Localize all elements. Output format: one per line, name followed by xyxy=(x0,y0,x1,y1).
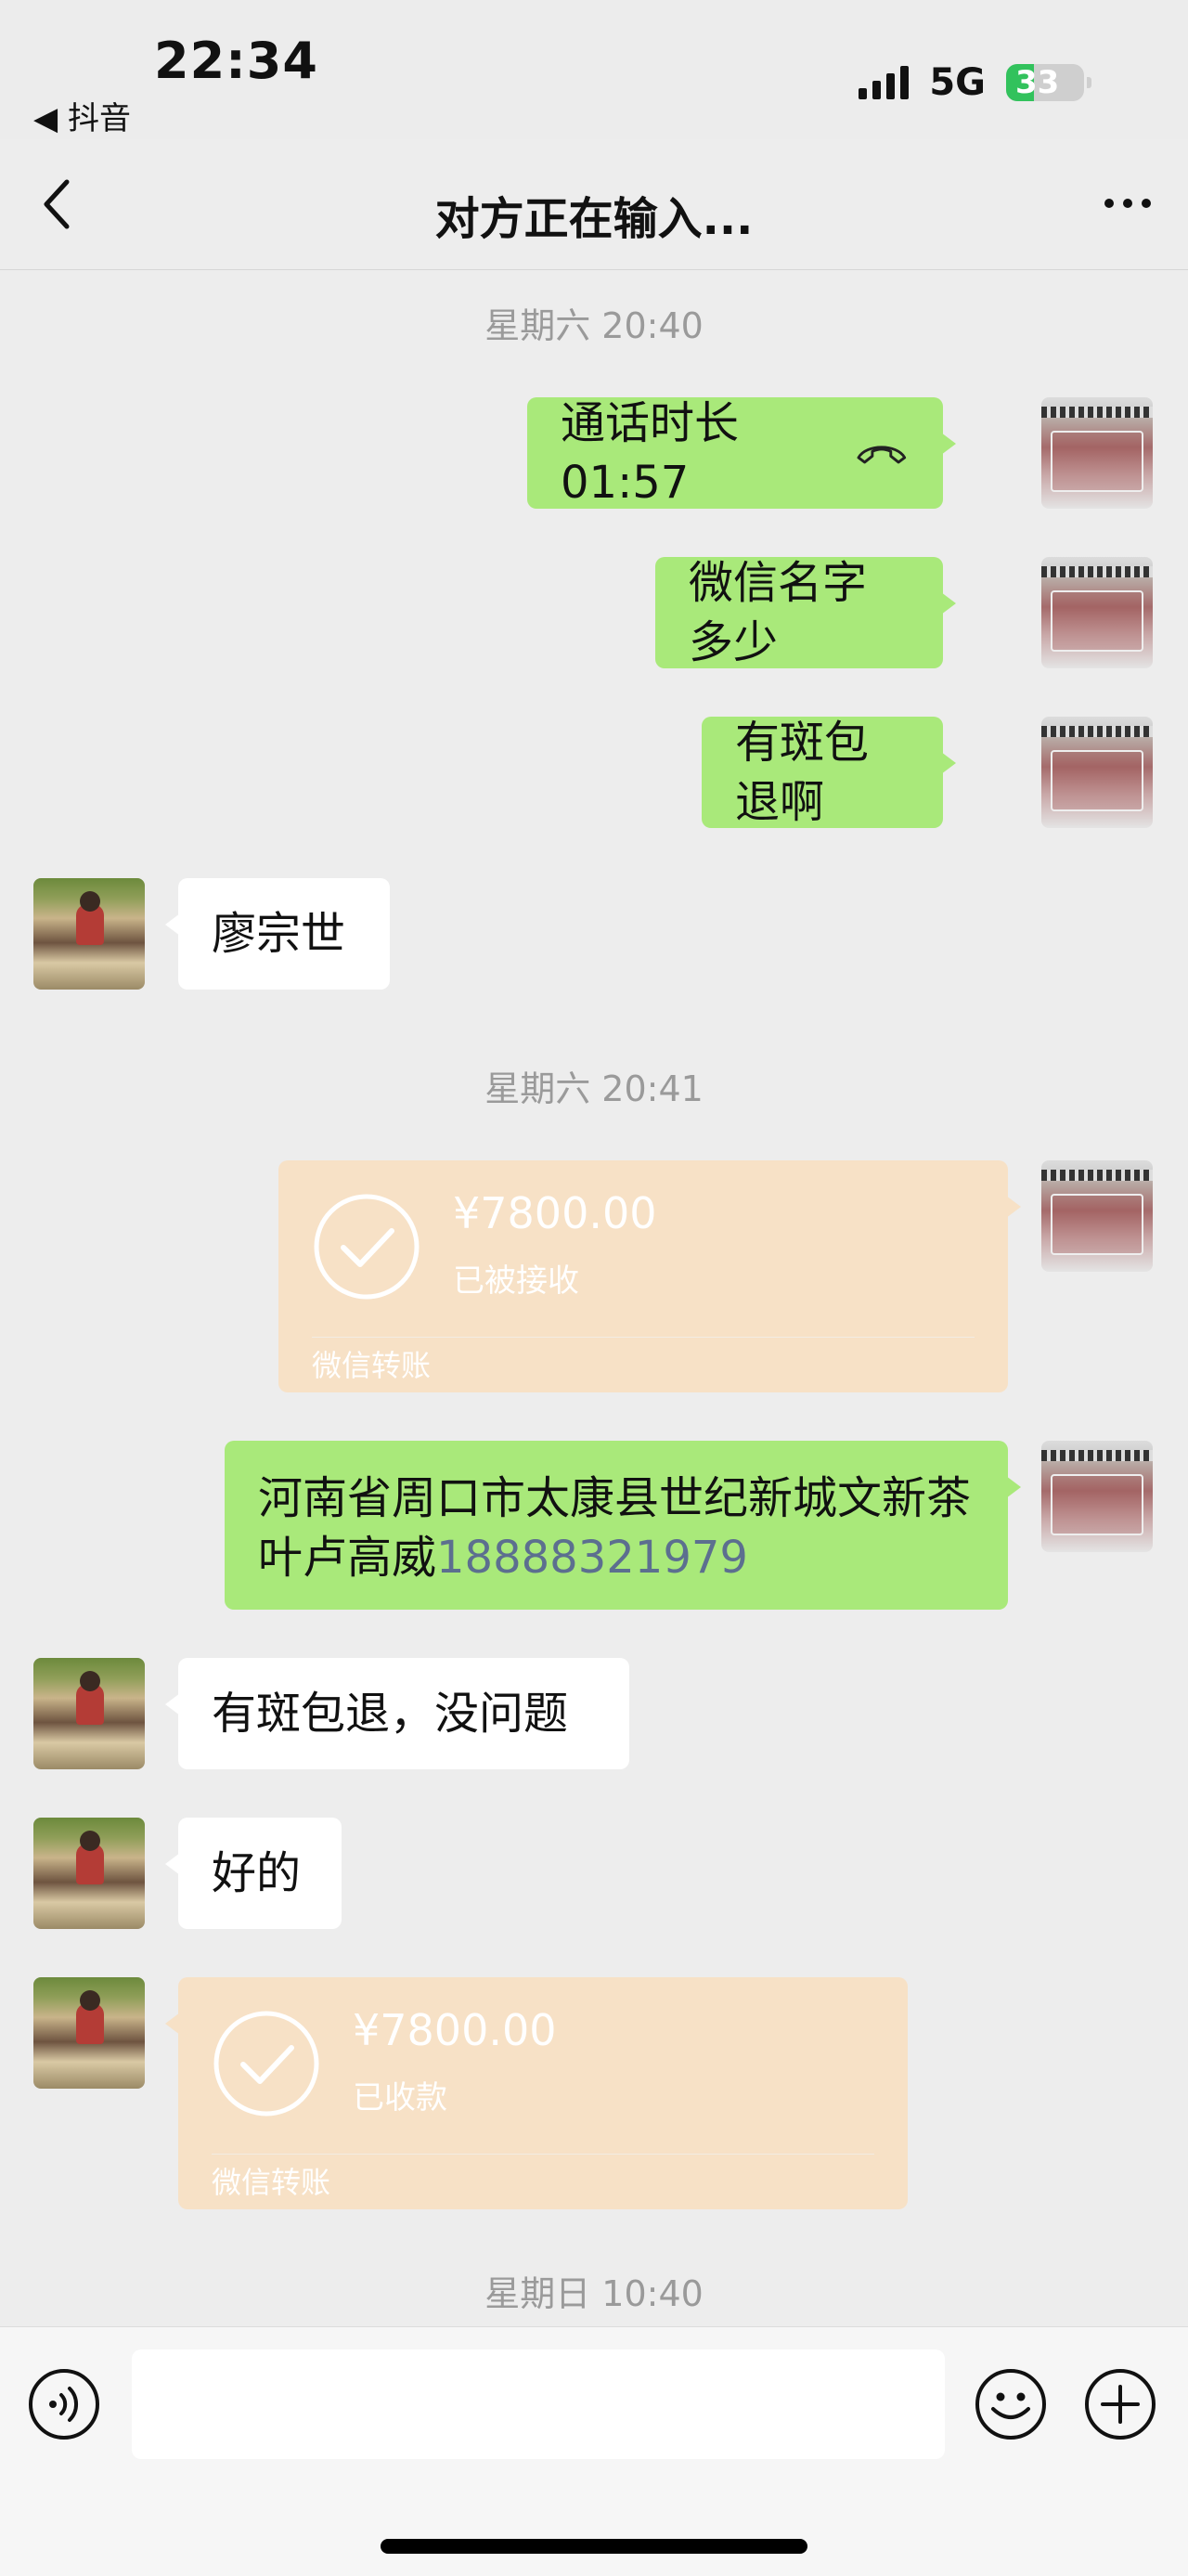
my-avatar[interactable] xyxy=(1041,1441,1153,1552)
input-bar xyxy=(0,2326,1188,2576)
chat-title: 对方正在输入... xyxy=(434,193,754,245)
transfer-card-received[interactable]: ¥7800.00 已收款 微信转账 xyxy=(165,1977,908,2209)
check-circle-icon xyxy=(213,2011,319,2116)
my-avatar[interactable] xyxy=(1041,397,1153,509)
signal-icon xyxy=(859,66,910,99)
timestamp: 星期日 10:40 xyxy=(484,2273,704,2314)
network-type: 5G xyxy=(929,61,986,104)
contact-avatar[interactable] xyxy=(33,1818,145,1929)
my-avatar[interactable] xyxy=(1041,557,1153,668)
message-text: 微信名字多少 xyxy=(689,557,868,668)
timestamp: 星期六 20:40 xyxy=(484,305,704,346)
message-bubble[interactable]: 廖宗世 xyxy=(165,878,390,990)
call-duration-bubble[interactable]: 通话时长 01:57 xyxy=(527,397,956,509)
transfer-status: 已收款 xyxy=(353,2079,447,2116)
timestamp: 星期六 20:41 xyxy=(484,1068,704,1109)
message-text: 廖宗世 xyxy=(212,908,346,960)
transfer-label: 微信转账 xyxy=(212,2165,331,2200)
chat-header: 对方正在输入... xyxy=(0,139,1188,270)
my-avatar[interactable] xyxy=(1041,1160,1153,1272)
check-circle-icon xyxy=(314,1194,420,1300)
transfer-amount: ¥7800.00 xyxy=(353,2005,557,2055)
battery-level: 33 xyxy=(1015,64,1060,101)
message-text: 好的 xyxy=(212,1847,302,1899)
contact-avatar[interactable] xyxy=(33,1658,145,1769)
my-avatar[interactable] xyxy=(1041,717,1153,828)
address-message-bubble[interactable]: 河南省周口市太康县世纪新城文新茶叶卢高威18888321979 xyxy=(225,1441,1021,1610)
back-to-app-link[interactable]: ◀ 抖音 xyxy=(33,93,131,138)
home-indicator xyxy=(381,2539,807,2554)
transfer-label: 微信转账 xyxy=(312,1348,432,1383)
message-bubble[interactable]: 有斑包退，没问题 xyxy=(165,1658,629,1769)
chat-messages[interactable]: 星期六 20:40 通话时长 01:57 微信名字多少 有斑包退啊 廖宗世 星期… xyxy=(0,269,1188,2326)
phone-hangup-icon xyxy=(857,446,907,464)
contact-avatar[interactable] xyxy=(33,1977,145,2089)
status-bar: 22:34 ◀ 抖音 5G 33 xyxy=(0,0,1188,139)
status-time: 22:34 xyxy=(154,32,318,90)
battery-icon: 33 xyxy=(1006,64,1091,101)
message-bubble[interactable]: 好的 xyxy=(165,1818,342,1929)
status-indicators: 5G 33 xyxy=(859,61,1091,104)
divider xyxy=(212,2154,874,2155)
voice-input-icon[interactable] xyxy=(28,2368,100,2440)
contact-avatar[interactable] xyxy=(33,878,145,990)
call-duration-text: 通话时长 01:57 xyxy=(561,397,740,509)
message-text: 有斑包退啊 xyxy=(735,717,870,828)
emoji-icon[interactable] xyxy=(975,2368,1047,2440)
plus-icon[interactable] xyxy=(1084,2368,1156,2440)
message-text: 有斑包退，没问题 xyxy=(212,1688,569,1740)
transfer-amount: ¥7800.00 xyxy=(453,1188,657,1238)
transfer-card-sent[interactable]: ¥7800.00 已被接收 微信转账 xyxy=(278,1160,1021,1392)
message-input[interactable] xyxy=(132,2349,945,2459)
message-bubble[interactable]: 有斑包退啊 xyxy=(702,717,956,828)
more-options-icon[interactable] xyxy=(1104,199,1151,208)
phone-number-link[interactable]: 18888321979 xyxy=(436,1532,748,1584)
transfer-status: 已被接收 xyxy=(453,1262,579,1300)
divider xyxy=(312,1337,975,1338)
message-bubble[interactable]: 微信名字多少 xyxy=(655,557,956,668)
